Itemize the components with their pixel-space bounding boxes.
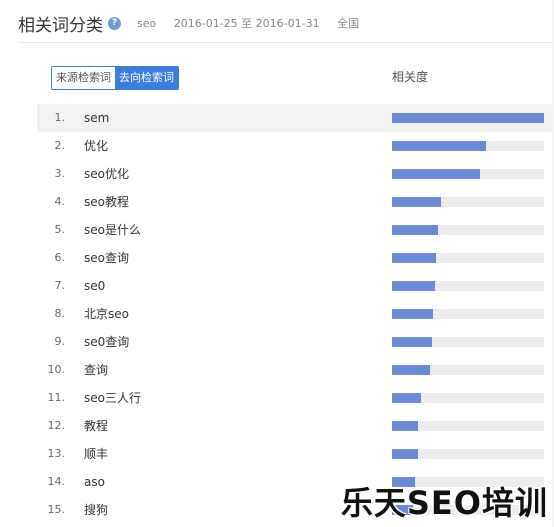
- relevance-bar: [392, 197, 441, 207]
- term-label[interactable]: seo教程: [84, 188, 129, 216]
- term-label[interactable]: 优化: [84, 132, 108, 160]
- relevance-column-header: 相关度: [392, 70, 429, 84]
- rank-number: 8.: [54, 307, 66, 320]
- list-item[interactable]: 10. 查询: [37, 356, 554, 384]
- rank-number: 11.: [47, 391, 66, 404]
- rank-number: 7.: [54, 279, 66, 292]
- header: 相关词分类 ? seo 2016-01-25 至 2016-01-31 全国: [18, 10, 373, 36]
- term-label[interactable]: 查询: [84, 356, 108, 384]
- relevance-bar: [392, 113, 544, 123]
- rank-number: 4.: [54, 195, 66, 208]
- rank-number: 15.: [47, 503, 66, 516]
- relevance-bar-track: [392, 309, 544, 319]
- relevance-bar-track: [392, 393, 544, 403]
- relevance-bar-track: [392, 365, 544, 375]
- term-label[interactable]: seo优化: [84, 160, 129, 188]
- question-icon[interactable]: ?: [108, 16, 121, 30]
- relevance-bar: [392, 421, 418, 431]
- relevance-bar: [392, 337, 432, 347]
- term-label[interactable]: 北京seo: [84, 300, 129, 328]
- list-item[interactable]: 9. se0查询: [37, 328, 554, 356]
- relevance-bar-track: [392, 169, 544, 179]
- term-label[interactable]: aso: [84, 468, 105, 496]
- rank-number: 9.: [54, 335, 66, 348]
- relevance-bar-track: [392, 225, 544, 235]
- rank-number: 13.: [47, 447, 66, 460]
- list-item[interactable]: 6. seo查询: [37, 244, 554, 272]
- header-divider: [18, 42, 554, 43]
- list-item[interactable]: 8. 北京seo: [37, 300, 554, 328]
- term-label[interactable]: 顺丰: [84, 440, 108, 468]
- term-label[interactable]: seo三人行: [84, 384, 141, 412]
- relevance-bar: [392, 309, 434, 319]
- tab-group: 来源检索词 去向检索词: [51, 66, 179, 90]
- relevance-bar-track: [392, 141, 544, 151]
- term-label[interactable]: se0: [84, 272, 105, 300]
- list-item[interactable]: 11. seo三人行: [37, 384, 554, 412]
- list-item[interactable]: 7. se0: [37, 272, 554, 300]
- relevance-bar: [392, 393, 421, 403]
- term-label[interactable]: seo是什么: [84, 216, 141, 244]
- relevance-bar-track: [392, 421, 544, 431]
- relevance-bar: [392, 365, 430, 375]
- tab-destination-terms[interactable]: 去向检索词: [115, 67, 178, 89]
- relevance-bar-track: [392, 337, 544, 347]
- query-meta: seo 2016-01-25 至 2016-01-31 全国: [137, 15, 373, 31]
- term-label[interactable]: sem: [84, 104, 109, 132]
- relevance-bar: [392, 141, 487, 151]
- list-item[interactable]: 4. seo教程: [37, 188, 554, 216]
- relevance-bar: [392, 449, 418, 459]
- keyword-label: seo: [137, 17, 157, 30]
- rank-number: 5.: [54, 223, 66, 236]
- date-range-label: 2016-01-25 至 2016-01-31: [173, 17, 320, 30]
- list-item[interactable]: 2. 优化: [37, 132, 554, 160]
- term-label[interactable]: 搜狗: [84, 496, 108, 524]
- watermark: 乐天SEO培训: [340, 484, 548, 522]
- term-label[interactable]: se0查询: [84, 328, 129, 356]
- rank-number: 3.: [54, 167, 66, 180]
- term-label[interactable]: 教程: [84, 412, 108, 440]
- rank-number: 12.: [47, 419, 66, 432]
- relevance-bar-track: [392, 449, 544, 459]
- tab-source-terms[interactable]: 来源检索词: [52, 67, 115, 89]
- relevance-bar-track: [392, 281, 544, 291]
- section-title: 相关词分类: [18, 15, 103, 36]
- rank-number: 14.: [47, 475, 66, 488]
- relevance-bar-track: [392, 253, 544, 263]
- relevance-bar: [392, 225, 438, 235]
- relevance-bar-track: [392, 113, 544, 123]
- rank-number: 10.: [47, 363, 66, 376]
- region-label: 全国: [337, 17, 360, 30]
- relevance-bar: [392, 281, 435, 291]
- relevance-bar-track: [392, 197, 544, 207]
- relevance-bar: [392, 253, 437, 263]
- rank-number: 1.: [54, 111, 66, 124]
- list-item[interactable]: 13. 顺丰: [37, 440, 554, 468]
- list-item[interactable]: 12. 教程: [37, 412, 554, 440]
- related-terms-list: 1. sem 2. 优化 3. seo优化 4. seo教程 5. seo是什么 6. seo查询 7.…: [37, 104, 554, 524]
- list-item[interactable]: 1. sem: [37, 104, 554, 132]
- list-item[interactable]: 3. seo优化: [37, 160, 554, 188]
- rank-number: 2.: [54, 139, 66, 152]
- term-label[interactable]: seo查询: [84, 244, 129, 272]
- list-item[interactable]: 5. seo是什么: [37, 216, 554, 244]
- relevance-bar: [392, 169, 481, 179]
- rank-number: 6.: [54, 251, 66, 264]
